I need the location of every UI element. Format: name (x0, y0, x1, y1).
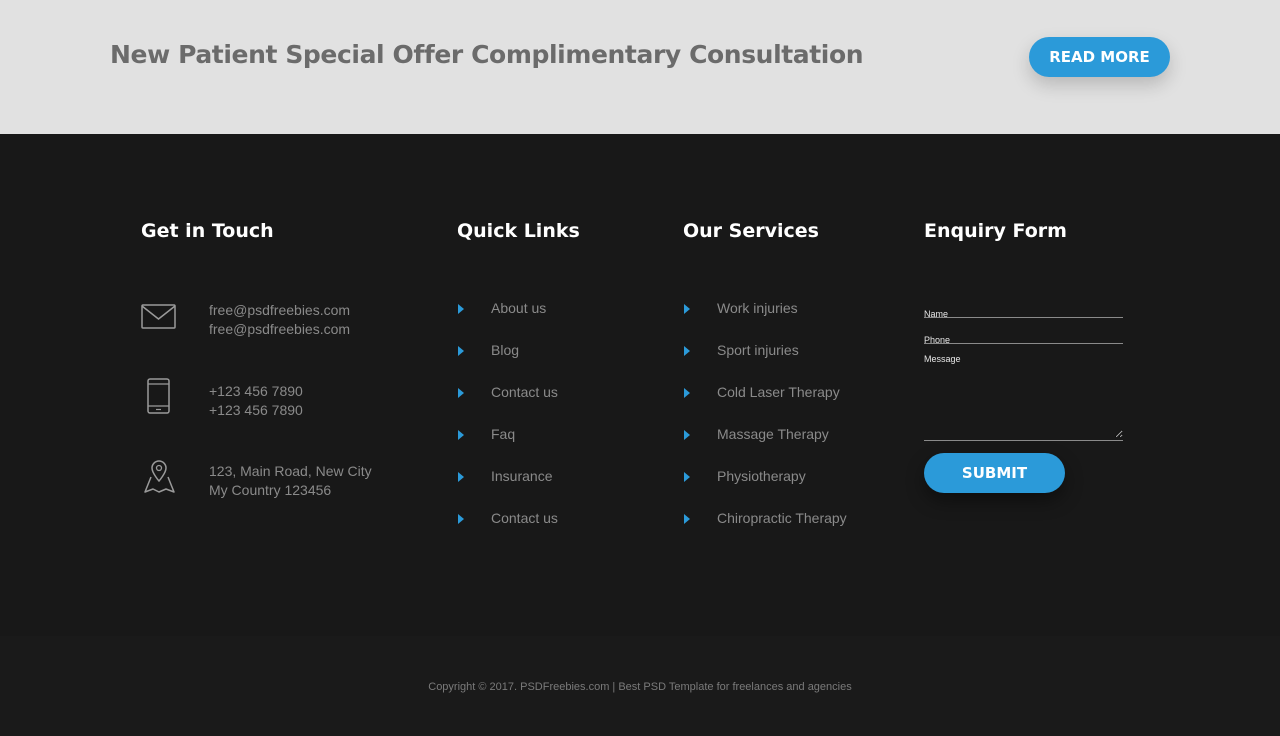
address-line-2: My Country 123456 (209, 482, 332, 498)
mobile-phone-icon (141, 378, 177, 414)
caret-right-icon (684, 472, 690, 482)
phone-field-wrapper (924, 330, 1123, 345)
caret-right-icon (458, 304, 464, 314)
name-field[interactable] (924, 309, 1123, 319)
name-field-wrapper (924, 304, 1123, 319)
quick-link-label[interactable]: Insurance (491, 468, 552, 484)
service-label[interactable]: Work injuries (717, 300, 798, 316)
caret-right-icon (458, 472, 464, 482)
contact-phone: +123 456 7890 +123 456 7890 (141, 378, 421, 422)
caret-right-icon (684, 388, 690, 398)
service-label[interactable]: Massage Therapy (717, 426, 829, 442)
caret-right-icon (684, 514, 690, 524)
quick-link-label[interactable]: Faq (491, 426, 515, 442)
map-pin-icon (141, 458, 177, 494)
email-line-1[interactable]: free@psdfreebies.com (209, 301, 350, 320)
caret-right-icon (458, 388, 464, 398)
promo-title: New Patient Special Offer Complimentary … (110, 40, 864, 69)
get-in-touch-title: Get in Touch (141, 220, 274, 242)
service-label[interactable]: Sport injuries (717, 342, 799, 358)
caret-right-icon (684, 430, 690, 440)
phone-line-2[interactable]: +123 456 7890 (209, 401, 303, 420)
read-more-button[interactable]: READ MORE (1029, 37, 1170, 77)
services-title: Our Services (683, 220, 819, 242)
caret-right-icon (684, 304, 690, 314)
phone-field[interactable] (924, 335, 1123, 345)
quick-links-title: Quick Links (457, 220, 580, 242)
submit-button[interactable]: SUBMIT (924, 453, 1065, 493)
site-footer: Get in Touch free@psdfreebies.com free@p… (0, 134, 1280, 636)
caret-right-icon (458, 430, 464, 440)
service-label[interactable]: Chiropractic Therapy (717, 510, 847, 526)
phone-line-1[interactable]: +123 456 7890 (209, 382, 303, 401)
message-field[interactable] (924, 354, 1123, 438)
quick-link-label[interactable]: Contact us (491, 384, 558, 400)
email-line-2[interactable]: free@psdfreebies.com (209, 320, 350, 339)
service-label[interactable]: Cold Laser Therapy (717, 384, 840, 400)
service-label[interactable]: Physiotherapy (717, 468, 806, 484)
contact-email: free@psdfreebies.com free@psdfreebies.co… (141, 301, 421, 341)
copyright-text: Copyright © 2017. PSDFreebies.com | Best… (428, 681, 852, 693)
quick-link-label[interactable]: About us (491, 300, 546, 316)
caret-right-icon (458, 514, 464, 524)
quick-link-label[interactable]: Blog (491, 342, 519, 358)
quick-link-label[interactable]: Contact us (491, 510, 558, 526)
enquiry-form-title: Enquiry Form (924, 220, 1067, 242)
address-line-1: 123, Main Road, New City (209, 463, 372, 479)
contact-address: 123, Main Road, New City My Country 1234… (141, 460, 421, 502)
caret-right-icon (458, 346, 464, 356)
copyright-bar: Copyright © 2017. PSDFreebies.com | Best… (0, 636, 1280, 736)
message-field-wrapper (924, 354, 1123, 441)
envelope-icon (141, 297, 177, 333)
promo-banner: New Patient Special Offer Complimentary … (0, 0, 1280, 134)
caret-right-icon (684, 346, 690, 356)
